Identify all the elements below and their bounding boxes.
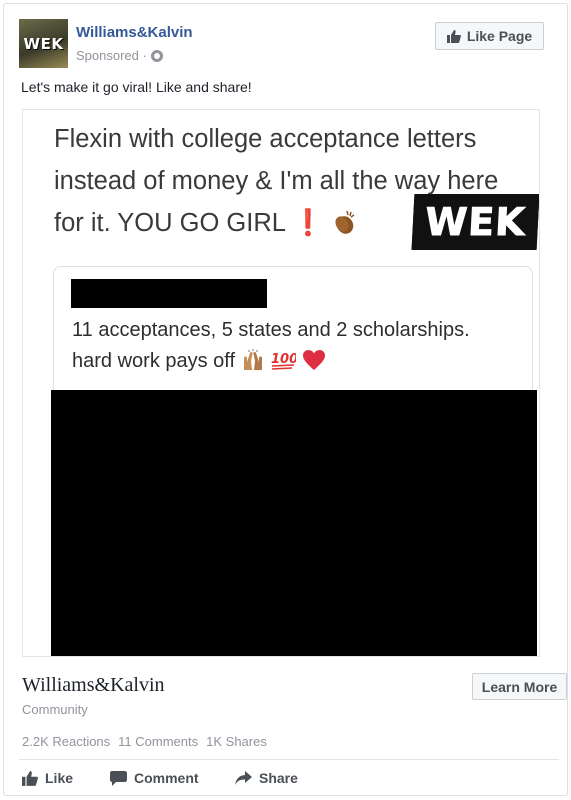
speech-bubble-icon bbox=[110, 770, 127, 786]
avatar-logo-text: WEK bbox=[23, 34, 64, 53]
like-page-button[interactable]: Like Page bbox=[435, 22, 544, 50]
tweet-line-2-text: hard work pays off bbox=[72, 350, 236, 372]
page-name-link[interactable]: Williams&Kalvin bbox=[76, 24, 193, 41]
post-caption: Let's make it go viral! Like and share! bbox=[21, 79, 252, 95]
globe-icon bbox=[150, 49, 163, 62]
post-actions-bar: Like Comment Share bbox=[22, 770, 315, 786]
sponsored-label[interactable]: Sponsored · bbox=[76, 48, 163, 63]
link-subtitle: Community bbox=[22, 702, 88, 717]
red-heart-icon bbox=[302, 350, 325, 370]
reactions-count[interactable]: 2.2K Reactions bbox=[22, 734, 110, 749]
like-page-label: Like Page bbox=[466, 28, 533, 44]
exclamation-mark: ❗ bbox=[292, 209, 324, 237]
share-button[interactable]: Share bbox=[235, 770, 315, 786]
tweet-line-1: 11 acceptances, 5 states and 2 scholarsh… bbox=[72, 319, 470, 341]
share-arrow-icon bbox=[235, 771, 252, 785]
raised-hands-icon bbox=[243, 349, 262, 370]
quoted-tweet-text: 11 acceptances, 5 states and 2 scholarsh… bbox=[72, 315, 527, 377]
wek-watermark-logo: WEK bbox=[411, 194, 539, 250]
comment-button[interactable]: Comment bbox=[110, 770, 235, 786]
engagement-stats: 2.2K Reactions 11 Comments 1K Shares bbox=[22, 734, 267, 749]
headline-line-3-text: for it. YOU GO GIRL bbox=[54, 209, 285, 237]
link-title[interactable]: Williams&Kalvin bbox=[22, 674, 165, 697]
learn-more-button[interactable]: Learn More bbox=[472, 673, 567, 700]
hundred-points-icon: 100 bbox=[271, 352, 296, 370]
shares-count[interactable]: 1K Shares bbox=[206, 734, 267, 749]
sponsored-post-card: WEK Williams&Kalvin Sponsored · Like Pag… bbox=[3, 3, 568, 796]
action-divider bbox=[19, 759, 559, 760]
sponsored-text: Sponsored · bbox=[76, 48, 147, 63]
redacted-photo-block bbox=[51, 390, 537, 656]
share-label: Share bbox=[259, 770, 298, 786]
wek-badge-text: WEK bbox=[424, 200, 528, 245]
comments-count[interactable]: 11 Comments bbox=[118, 734, 198, 749]
post-image[interactable]: Flexin with college acceptance letters i… bbox=[22, 109, 540, 657]
quoted-tweet-card: 11 acceptances, 5 states and 2 scholarsh… bbox=[53, 266, 533, 406]
page-avatar[interactable]: WEK bbox=[19, 19, 68, 68]
headline-line-1: Flexin with college acceptance letters bbox=[54, 125, 477, 153]
tweet-line-2: hard work pays off 100 bbox=[72, 346, 527, 377]
clapping-hands-icon bbox=[335, 210, 355, 234]
like-button[interactable]: Like bbox=[22, 770, 110, 786]
thumbs-up-icon bbox=[22, 770, 38, 786]
like-label: Like bbox=[45, 770, 74, 786]
thumbs-up-icon bbox=[446, 29, 461, 43]
comment-label: Comment bbox=[134, 770, 199, 786]
redacted-username-block bbox=[71, 279, 267, 308]
